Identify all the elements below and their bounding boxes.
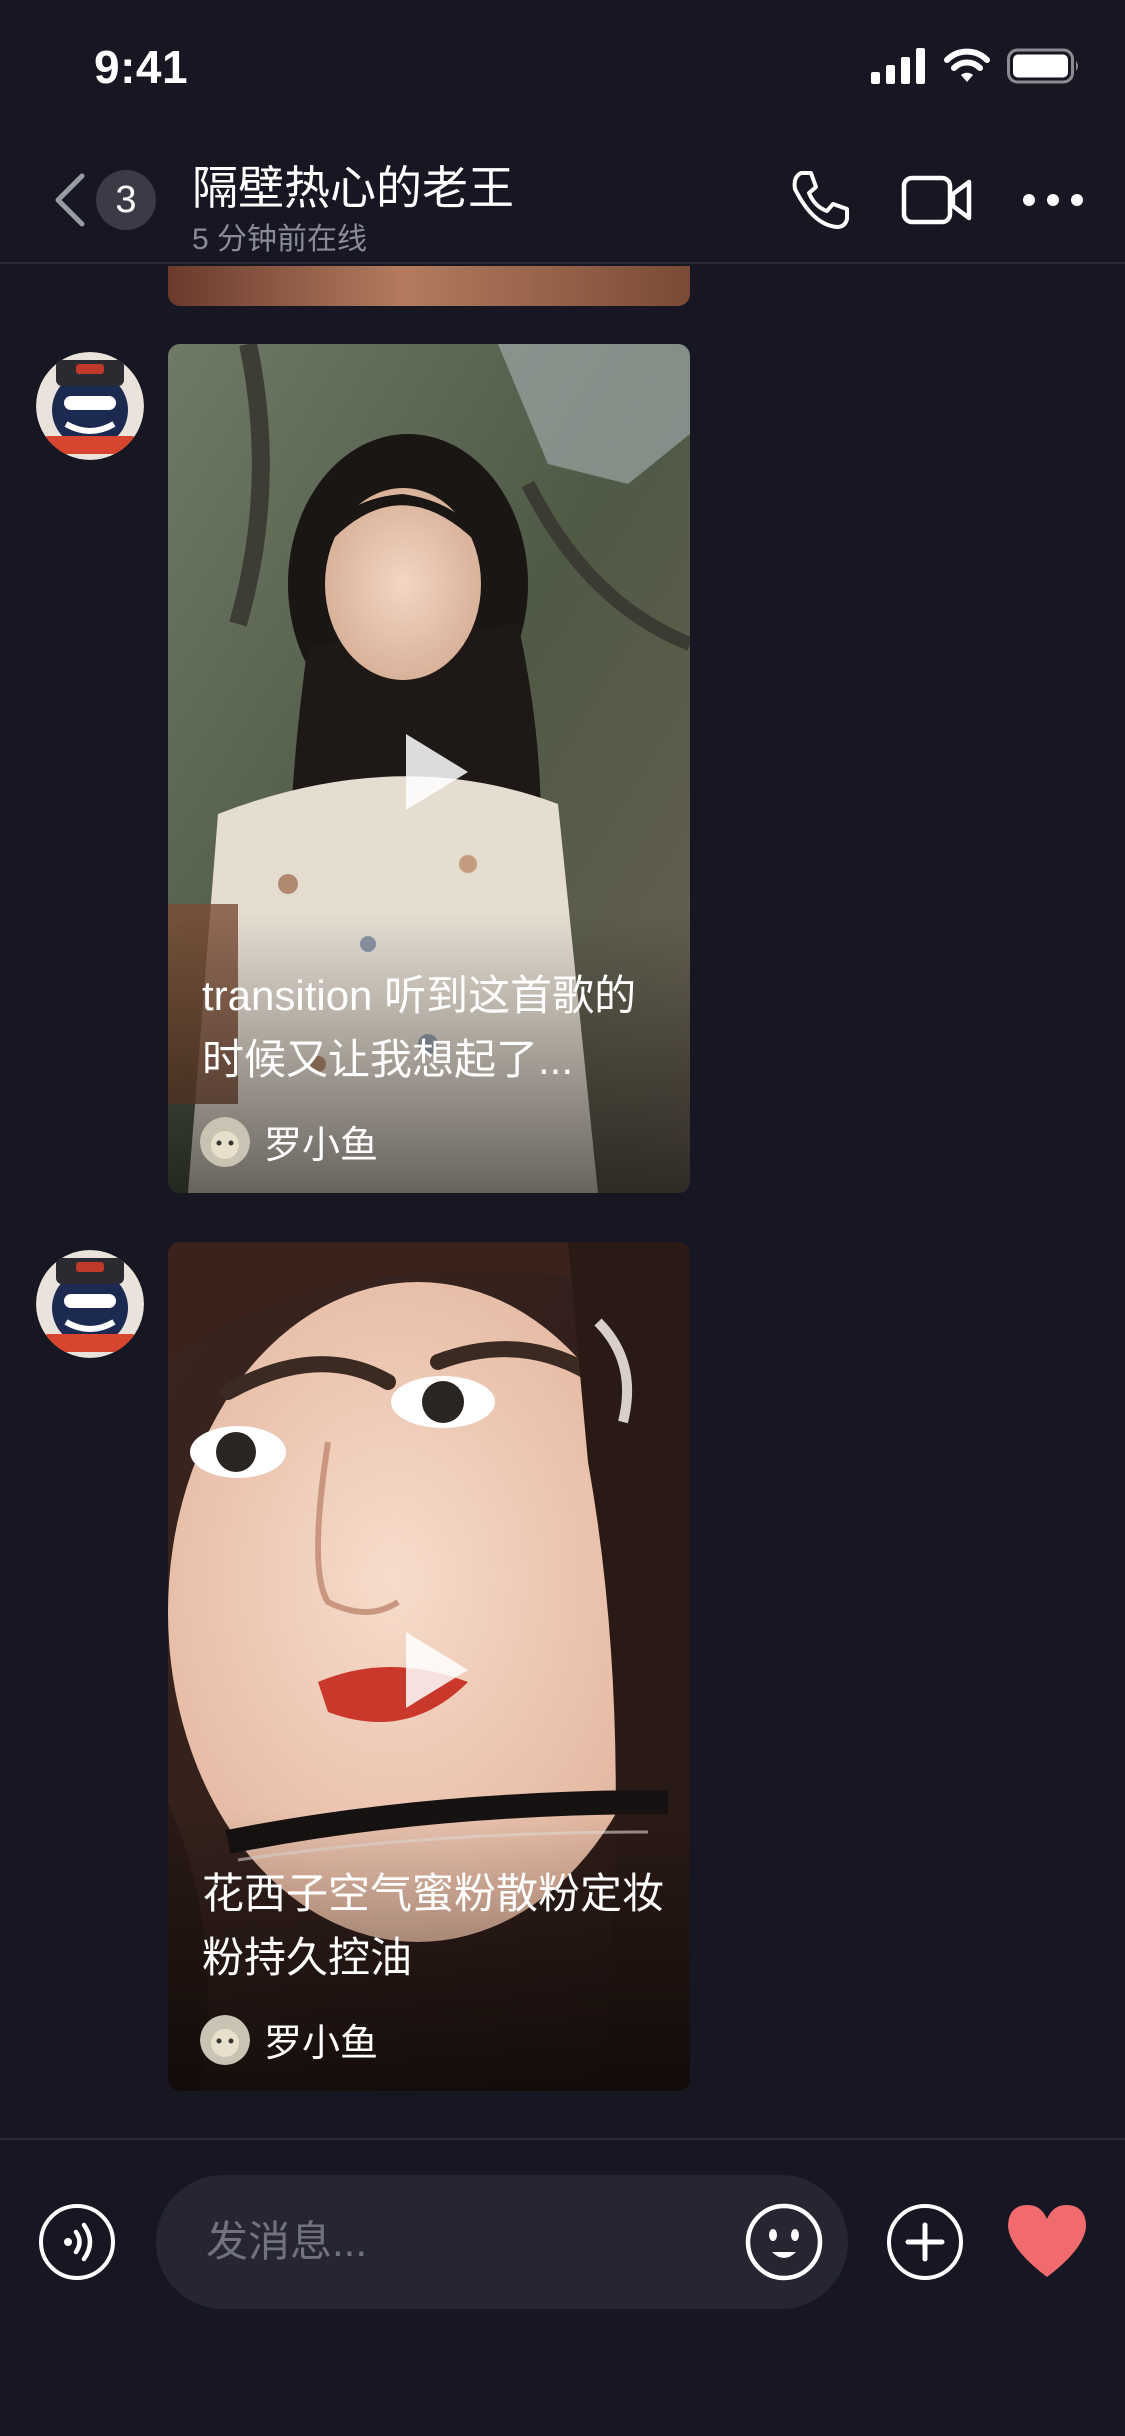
video-title: 花西子空气蜜粉散粉定妆粉持久控油 <box>202 1870 664 1981</box>
more-options-icon[interactable] <box>1021 190 1085 210</box>
sender-avatar[interactable] <box>36 352 144 460</box>
message-input[interactable] <box>206 2175 726 2309</box>
author-name: 罗小鱼 <box>264 1125 379 1167</box>
contact-name[interactable]: 隔壁热心的老王 <box>192 152 514 218</box>
play-icon[interactable] <box>406 734 468 810</box>
online-status: 5 分钟前在线 <box>192 223 368 256</box>
status-icons <box>871 46 1081 86</box>
sender-avatar[interactable] <box>36 1250 144 1358</box>
heart-icon[interactable] <box>1004 2201 1090 2281</box>
video-call-icon[interactable] <box>901 170 973 230</box>
emoji-icon[interactable] <box>744 2202 824 2282</box>
previous-video-card[interactable] <box>168 266 690 306</box>
video-author: 罗小鱼 <box>200 1114 378 1169</box>
message-input-container <box>156 2175 848 2309</box>
video-card[interactable]: 花西子空气蜜粉散粉定妆粉持久控油 罗小鱼 <box>168 1242 690 2091</box>
author-avatar <box>200 1116 250 1167</box>
message-input-bar <box>0 2138 1125 2436</box>
unread-count-badge: 3 <box>96 170 156 230</box>
cellular-signal-icon <box>871 48 925 84</box>
message-list[interactable]: transition 听到这首歌的时候又让我想起了... 罗小鱼 花西子空气蜜粉… <box>0 266 1125 2138</box>
wifi-icon <box>944 48 990 82</box>
header-actions <box>787 168 1085 232</box>
phone-call-icon[interactable] <box>787 167 853 233</box>
chevron-left-icon <box>55 173 85 227</box>
author-name: 罗小鱼 <box>264 2023 379 2065</box>
status-bar: 9:41 <box>0 0 1125 132</box>
author-avatar <box>200 2014 250 2065</box>
video-title: transition 听到这首歌的时候又让我想起了... <box>202 972 637 1083</box>
voice-message-icon[interactable] <box>38 2203 116 2281</box>
chat-header: 3 隔壁热心的老王 5 分钟前在线 <box>0 132 1125 264</box>
video-author: 罗小鱼 <box>200 2012 378 2067</box>
battery-icon <box>1007 48 1078 84</box>
status-time: 9:41 <box>94 41 189 93</box>
video-card[interactable]: transition 听到这首歌的时候又让我想起了... 罗小鱼 <box>168 344 690 1193</box>
play-icon[interactable] <box>406 1632 468 1708</box>
add-attachment-icon[interactable] <box>886 2203 964 2281</box>
